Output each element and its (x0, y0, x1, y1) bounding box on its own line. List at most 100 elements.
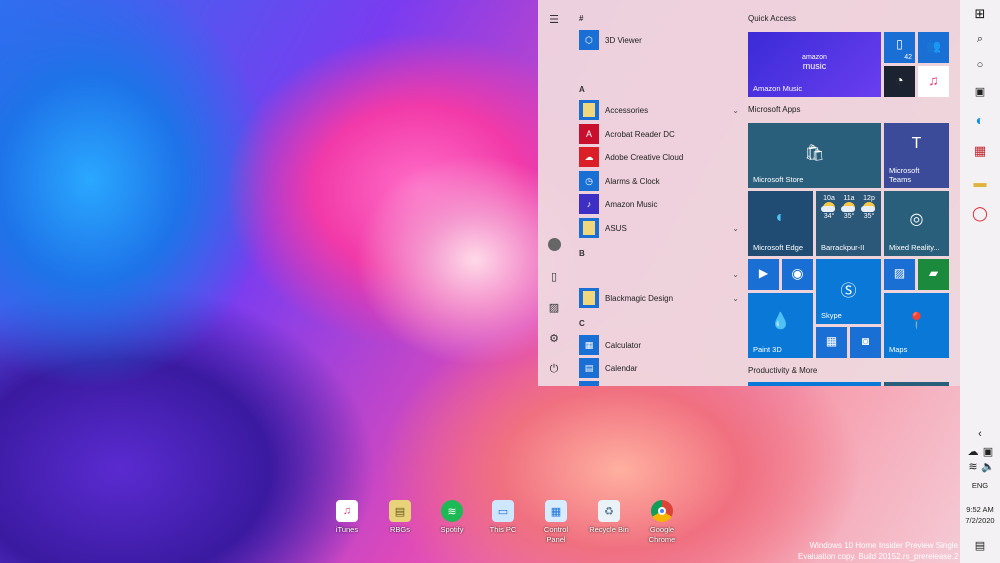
spotify-icon: ≋ (441, 500, 463, 522)
group-title-microsoft-apps[interactable]: Microsoft Apps (748, 105, 800, 114)
clock-date[interactable]: 7/2/2020 (960, 516, 1000, 525)
app-acrobat-reader[interactable]: A Acrobat Reader DC (579, 124, 739, 144)
tile-microsoft-store[interactable]: 🛍 Microsoft Store (748, 123, 881, 188)
hamburger-menu-icon[interactable]: ☰ (546, 11, 562, 27)
desktop-icon-rbgs[interactable]: ▤ RBGs (378, 500, 422, 535)
desktop-icon-this-pc[interactable]: ▭ This PC (481, 500, 525, 535)
app-asus[interactable]: ASUS ⌄ (579, 218, 739, 238)
desktop-icon-spotify[interactable]: ≋ Spotify (430, 500, 474, 535)
phone-icon: ▯ (896, 37, 903, 51)
volume-icon[interactable]: 🔈 (979, 457, 997, 475)
group-title-quick-access[interactable]: Quick Access (748, 14, 796, 23)
clock-time[interactable]: 9:52 AM (960, 505, 1000, 514)
acrobat-icon: A (579, 124, 599, 144)
tile-phone[interactable]: ▯ 42 (884, 32, 915, 63)
letter-header-b[interactable]: B (579, 249, 585, 258)
watermark-line1: Windows 10 Home Insider Preview Single (809, 541, 958, 550)
edge-icon: ◐ (775, 209, 786, 226)
tile-maps[interactable]: 📍 Maps (884, 293, 949, 358)
calendar-icon: ▤ (579, 358, 599, 378)
task-view-icon[interactable]: ▣ (971, 82, 989, 100)
app-adobe-creative-cloud[interactable]: ☁ Adobe Creative Cloud (579, 147, 739, 167)
tile-camera[interactable]: ◙ (850, 327, 881, 358)
edge-icon[interactable]: ◐ (971, 111, 989, 129)
app-calculator[interactable]: ▦ Calculator (579, 335, 739, 355)
group-title-productivity[interactable]: Productivity & More (748, 366, 817, 375)
vr-headset-icon: ◎ (909, 211, 924, 228)
tile-itunes[interactable]: ♫ (918, 66, 949, 97)
opera-icon[interactable]: ◯ (971, 204, 989, 222)
user-avatar-icon[interactable] (546, 236, 562, 252)
search-icon[interactable]: ⌕ (971, 30, 989, 48)
tile-skype[interactable]: Ⓢ Skype (816, 259, 881, 324)
weather-col-3: 12p 35° (861, 195, 875, 220)
tile-partial-2[interactable] (884, 382, 949, 386)
tile-people[interactable]: 👥 (918, 32, 949, 63)
app-accessories[interactable]: Accessories ⌄ (579, 100, 739, 120)
desktop-icon-google-chrome[interactable]: Google Chrome (640, 500, 684, 545)
app-icon (579, 381, 599, 386)
tile-photos[interactable]: ▨ (884, 259, 915, 290)
letter-header-a[interactable]: A (579, 85, 585, 94)
chevron-up-icon[interactable]: ‹ (971, 425, 989, 443)
speedometer-icon: ◔ (895, 72, 904, 88)
tiles-area: Quick Access amazon music Amazon Music ▯… (748, 0, 960, 386)
recycle-bin-icon: ♻ (598, 500, 620, 522)
film-icon: ▶ (758, 266, 769, 280)
tile-solitaire[interactable]: ▰ (918, 259, 949, 290)
tile-microsoft-edge[interactable]: ◐ Microsoft Edge (748, 191, 813, 256)
letter-header-c[interactable]: C (579, 319, 585, 328)
documents-icon[interactable]: ▯ (546, 268, 562, 284)
folder-icon (579, 288, 599, 308)
amazon-music-logo: amazon music (802, 54, 827, 71)
amazon-music-icon: ♪ (579, 194, 599, 214)
language-indicator[interactable]: ENG (960, 481, 1000, 490)
settings-gear-icon[interactable]: ⚙ (546, 330, 562, 346)
cortana-icon[interactable]: ○ (971, 56, 989, 74)
computer-icon: ▭ (492, 500, 514, 522)
partly-sunny-icon (841, 202, 855, 212)
app-3d-viewer[interactable]: ⬡ 3D Viewer (579, 30, 739, 50)
chevron-down-icon: ⌄ (732, 224, 739, 233)
tile-paint-3d[interactable]: 💧 Paint 3D (748, 293, 813, 358)
app-calendar[interactable]: ▤ Calendar (579, 358, 739, 378)
desktop-icon-recycle-bin[interactable]: ♻ Recycle Bin (587, 500, 631, 535)
paint-drop-icon: 💧 (770, 313, 791, 330)
app-collapsed-group[interactable]: ⌄ (579, 264, 739, 284)
app-alarms-clock[interactable]: ◷ Alarms & Clock (579, 171, 739, 191)
app-next[interactable] (579, 381, 739, 386)
chevron-down-icon: ⌄ (732, 294, 739, 303)
itunes-icon: ♫ (928, 72, 939, 88)
action-center-icon[interactable]: ▤ (971, 536, 989, 554)
desktop-icon-itunes[interactable]: ♫ iTunes (325, 500, 369, 535)
itunes-icon: ♫ (336, 500, 358, 522)
tile-groove[interactable]: ◉ (782, 259, 813, 290)
tile-amazon-music[interactable]: amazon music Amazon Music (748, 32, 881, 97)
app-blackmagic-design[interactable]: Blackmagic Design ⌄ (579, 288, 739, 308)
tile-calculator[interactable]: ▦ (816, 327, 847, 358)
skype-icon: Ⓢ (840, 283, 857, 300)
teams-icon: T (911, 135, 922, 152)
tile-speedometer[interactable]: ◔ (884, 66, 915, 97)
store-bag-icon: 🛍 (804, 145, 825, 162)
tile-microsoft-teams[interactable]: T Microsoft Teams (884, 123, 949, 188)
desktop-icon-control-panel[interactable]: ▦ Control Panel (534, 500, 578, 545)
map-pin-icon: 📍 (906, 313, 927, 330)
calculator-icon: ▦ (825, 334, 838, 348)
windows-start-icon[interactable]: ⊞ (971, 5, 989, 23)
start-menu: ☰ ▯ ▨ ⚙ ⏻ # ⬡ 3D Viewer A Accessories ⌄ … (538, 0, 960, 386)
tile-movies[interactable]: ▶ (748, 259, 779, 290)
creative-cloud-icon: ☁ (579, 147, 599, 167)
weather-col-1: 10a 34° (821, 195, 835, 220)
taskbar: ⊞ ⌕ ○ ▣ ◐ ▦ ▬ ◯ ‹ ☁ ▣ ≋ 🔈 ENG 9:52 AM 7/… (960, 0, 1000, 563)
tile-mixed-reality[interactable]: ◎ Mixed Reality... (884, 191, 949, 256)
tile-partial[interactable] (748, 382, 881, 386)
power-icon[interactable]: ⏻ (546, 361, 562, 377)
partly-sunny-icon (821, 202, 835, 212)
pictures-icon[interactable]: ▨ (546, 299, 562, 315)
tile-weather[interactable]: 10a 34° 11a 35° 12p 35° Barrackpur-II (816, 191, 881, 256)
store-bag-icon[interactable]: ▦ (971, 142, 989, 160)
file-explorer-icon[interactable]: ▬ (971, 173, 989, 191)
letter-header-hash[interactable]: # (579, 14, 583, 23)
app-amazon-music[interactable]: ♪ Amazon Music (579, 194, 739, 214)
